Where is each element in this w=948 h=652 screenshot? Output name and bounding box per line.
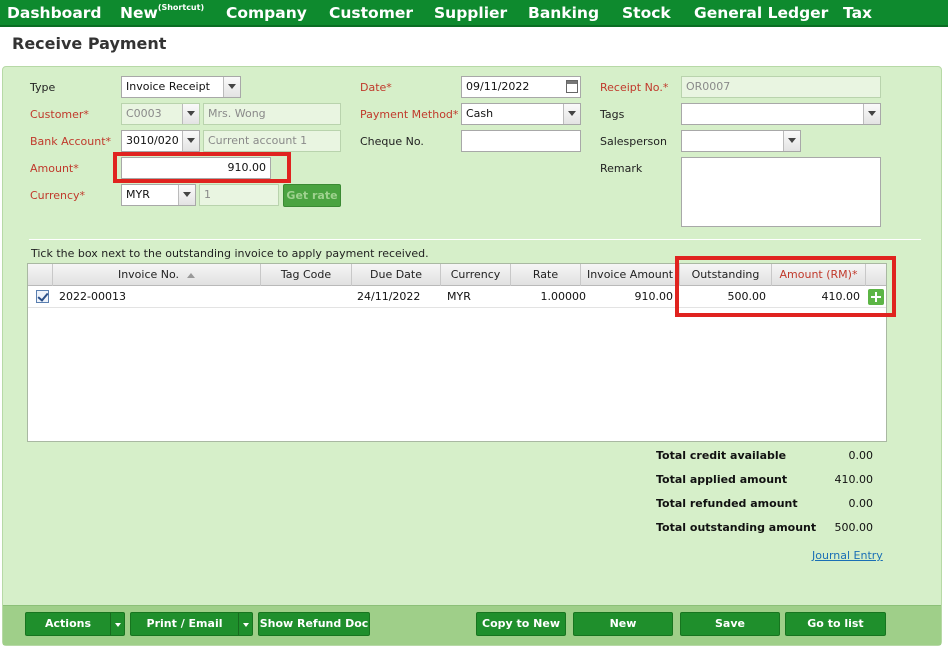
cell-rate: 1.00000 [540, 290, 587, 303]
chevron-down-icon[interactable] [563, 104, 580, 124]
tags-select[interactable] [681, 103, 881, 125]
receipt-no-label: Receipt No.* [600, 81, 669, 94]
nav-new-shortcut: (Shortcut) [157, 3, 205, 12]
exchange-rate-field: 1 [199, 184, 279, 206]
cheque-no-input[interactable] [461, 130, 581, 152]
nav-banking[interactable]: Banking [528, 4, 599, 22]
cell-due-date: 24/11/2022 [357, 290, 421, 303]
payment-method-select[interactable]: Cash [461, 103, 581, 125]
cell-currency: MYR [447, 290, 471, 303]
col-invoice-amount[interactable]: Invoice Amount [581, 264, 680, 286]
tags-label: Tags [600, 108, 625, 121]
chevron-down-icon[interactable] [182, 131, 199, 151]
calendar-icon[interactable] [566, 80, 578, 93]
col-due-date[interactable]: Due Date [352, 264, 441, 286]
nav-new[interactable]: New(Shortcut) [120, 3, 205, 22]
bank-account-name-field: Current account 1 [203, 130, 341, 152]
type-select[interactable]: Invoice Receipt [121, 76, 241, 98]
amount-label: Amount* [30, 162, 79, 175]
section-divider [29, 239, 921, 240]
show-refund-doc-button[interactable]: Show Refund Doc [258, 612, 370, 636]
type-label: Type [30, 81, 56, 94]
date-input[interactable]: 09/11/2022 [461, 76, 581, 98]
receipt-no-field: OR0007 [681, 76, 881, 98]
save-button[interactable]: Save [680, 612, 780, 636]
customer-code-value: C0003 [126, 107, 162, 120]
chevron-down-icon[interactable] [110, 613, 124, 635]
total-credit-value: 0.00 [848, 449, 874, 462]
total-credit-label: Total credit available [656, 449, 787, 462]
col-rate[interactable]: Rate [511, 264, 581, 286]
customer-code-select[interactable]: C0003 [121, 103, 200, 125]
nav-stock[interactable]: Stock [622, 4, 671, 22]
col-currency[interactable]: Currency [441, 264, 511, 286]
nav-company[interactable]: Company [226, 4, 307, 22]
chevron-down-icon[interactable] [863, 104, 880, 124]
nav-new-label: New [120, 4, 158, 22]
remark-textarea[interactable] [681, 157, 881, 227]
chevron-down-icon[interactable] [223, 77, 240, 97]
get-rate-button[interactable]: Get rate [283, 184, 341, 207]
copy-to-new-button[interactable]: Copy to New [476, 612, 566, 636]
remark-label: Remark [600, 162, 643, 175]
date-label: Date* [360, 81, 392, 94]
col-select [28, 264, 53, 286]
currency-value: MYR [126, 188, 150, 201]
bank-account-label: Bank Account* [30, 135, 112, 148]
print-email-label: Print / Email [146, 617, 223, 630]
customer-name-field: Mrs. Wong [203, 103, 341, 125]
cell-invoice-amount: 910.00 [634, 290, 674, 303]
cell-invoice-no: 2022-00013 [59, 290, 126, 303]
print-email-button[interactable]: Print / Email [130, 612, 253, 636]
salesperson-select[interactable] [681, 130, 801, 152]
journal-entry-link[interactable]: Journal Entry [812, 549, 883, 562]
salesperson-label: Salesperson [600, 135, 667, 148]
cheque-no-label: Cheque No. [360, 135, 424, 148]
chevron-down-icon[interactable] [178, 185, 195, 205]
currency-select[interactable]: MYR [121, 184, 196, 206]
amount-highlight-box [113, 152, 291, 183]
bank-account-code-value: 3010/020 [126, 134, 179, 147]
actions-button[interactable]: Actions [25, 612, 125, 636]
total-applied-value: 410.00 [834, 473, 874, 486]
chevron-down-icon[interactable] [238, 613, 252, 635]
nav-tax[interactable]: Tax [843, 4, 872, 22]
actions-label: Actions [45, 617, 91, 630]
outstanding-amount-highlight-box [675, 256, 896, 317]
go-to-list-button[interactable]: Go to list [785, 612, 886, 636]
bank-account-select[interactable]: 3010/020 [121, 130, 200, 152]
nav-dashboard[interactable]: Dashboard [7, 4, 102, 22]
receive-payment-panel: Type Invoice Receipt Customer* C0003 Mrs… [2, 66, 942, 646]
type-value: Invoice Receipt [126, 80, 210, 93]
customer-label: Customer* [30, 108, 89, 121]
sort-asc-icon [187, 272, 196, 278]
col-invoice-no-label: Invoice No. [117, 268, 180, 281]
total-outstanding-value: 500.00 [834, 521, 874, 534]
chevron-down-icon[interactable] [182, 104, 199, 124]
total-refunded-label: Total refunded amount [656, 497, 798, 510]
total-applied-label: Total applied amount [656, 473, 788, 486]
total-outstanding-label: Total outstanding amount [656, 521, 817, 534]
col-invoice-no[interactable]: Invoice No. [53, 264, 261, 286]
nav-general-ledger[interactable]: General Ledger [694, 4, 828, 22]
col-tag-code[interactable]: Tag Code [261, 264, 352, 286]
payment-method-value: Cash [466, 107, 494, 120]
nav-supplier[interactable]: Supplier [434, 4, 507, 22]
nav-customer[interactable]: Customer [329, 4, 413, 22]
chevron-down-icon[interactable] [783, 131, 800, 151]
new-button[interactable]: New [573, 612, 673, 636]
footer-toolbar: Actions Print / Email Show Refund Doc Co… [3, 605, 941, 645]
top-nav: Dashboard New(Shortcut) Company Customer… [0, 0, 948, 27]
payment-method-label: Payment Method* [360, 108, 459, 121]
page-title: Receive Payment [12, 34, 167, 53]
tick-instruction-text: Tick the box next to the outstanding inv… [31, 247, 429, 260]
date-value: 09/11/2022 [466, 80, 530, 93]
row-select-checkbox[interactable] [36, 290, 49, 303]
currency-label: Currency* [30, 189, 86, 202]
total-refunded-value: 0.00 [848, 497, 874, 510]
